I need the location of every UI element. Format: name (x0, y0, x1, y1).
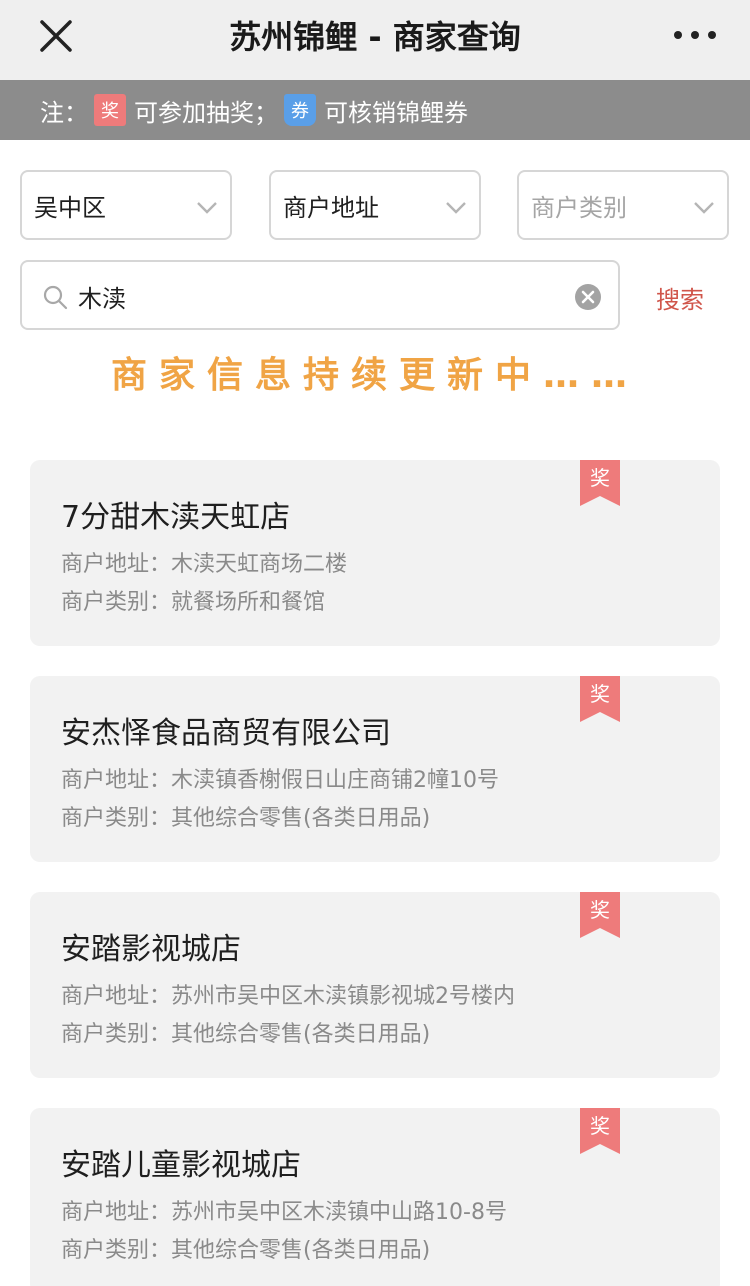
award-ribbon-label: 奖 (590, 682, 610, 706)
address-label: 商户地址： (61, 768, 172, 793)
category-label: 商户类别： (61, 1238, 172, 1263)
category-value: 就餐场所和餐馆 (171, 590, 326, 615)
coupon-tag-icon: 券 (284, 94, 316, 126)
address-type-select-value: 商户地址 (283, 193, 379, 222)
address-label: 商户地址： (61, 1200, 172, 1225)
district-select-value: 吴中区 (34, 193, 106, 222)
merchant-category: 商户类别：其他综合零售(各类日用品) (61, 1016, 430, 1048)
close-button[interactable] (36, 16, 76, 56)
merchant-card[interactable]: 安踏儿童影视城店 商户地址：苏州市吴中区木渎镇中山路10-8号 商户类别：其他综… (30, 1108, 720, 1286)
chevron-down-icon (446, 202, 466, 214)
address-value: 木渎天虹商场二楼 (171, 552, 348, 577)
page-title: 苏州锦鲤 - 商家查询 (229, 18, 521, 56)
address-value: 苏州市吴中区木渎镇中山路10-8号 (171, 1200, 507, 1225)
award-ribbon-label: 奖 (590, 1114, 610, 1138)
category-select-placeholder: 商户类别 (531, 193, 627, 222)
award-ribbon-icon: 奖 (580, 676, 620, 722)
category-label: 商户类别： (61, 806, 172, 831)
chevron-down-icon (197, 202, 217, 214)
district-select[interactable]: 吴中区 (20, 170, 232, 240)
merchant-category: 商户类别：就餐场所和餐馆 (61, 584, 325, 616)
address-type-select[interactable]: 商户地址 (269, 170, 481, 240)
category-label: 商户类别： (61, 1022, 172, 1047)
merchant-name: 安杰怿食品商贸有限公司 (61, 716, 391, 751)
address-label: 商户地址： (61, 984, 172, 1009)
filter-row: 吴中区 商户地址 商户类别 (0, 170, 750, 240)
merchant-card[interactable]: 安踏影视城店 商户地址：苏州市吴中区木渎镇影视城2号楼内 商户类别：其他综合零售… (30, 892, 720, 1078)
award-ribbon-icon: 奖 (580, 1108, 620, 1154)
category-value: 其他综合零售(各类日用品) (171, 1238, 431, 1263)
merchant-category: 商户类别：其他综合零售(各类日用品) (61, 800, 430, 832)
merchant-name: 安踏儿童影视城店 (61, 1148, 301, 1183)
merchant-card[interactable]: 安杰怿食品商贸有限公司 商户地址：木渎镇香榭假日山庄商铺2幢10号 商户类别：其… (30, 676, 720, 862)
award-ribbon-icon: 奖 (580, 892, 620, 938)
address-label: 商户地址： (61, 552, 172, 577)
search-button[interactable]: 搜索 (656, 280, 704, 315)
merchant-address: 商户地址：苏州市吴中区木渎镇影视城2号楼内 (61, 978, 515, 1010)
close-icon (40, 20, 72, 52)
merchant-name: 7分甜木渎天虹店 (61, 500, 291, 535)
address-value: 木渎镇香榭假日山庄商铺2幢10号 (171, 768, 500, 793)
clear-search-button[interactable] (574, 283, 602, 311)
search-box (20, 260, 620, 330)
category-value: 其他综合零售(各类日用品) (171, 806, 431, 831)
update-notice: 商家信息持续更新中…… (110, 355, 639, 396)
note-coupon-text: 可核销锦鲤券 (324, 98, 468, 127)
merchant-address: 商户地址：木渎镇香榭假日山庄商铺2幢10号 (61, 762, 499, 794)
more-icon (674, 31, 716, 39)
merchant-address: 商户地址：木渎天虹商场二楼 (61, 546, 347, 578)
note-award-text: 可参加抽奖； (134, 98, 278, 127)
award-ribbon-label: 奖 (590, 898, 610, 922)
chevron-down-icon (694, 202, 714, 214)
merchant-card[interactable]: 7分甜木渎天虹店 商户地址：木渎天虹商场二楼 商户类别：就餐场所和餐馆 奖 (30, 460, 720, 646)
note-prefix: 注： (40, 98, 88, 127)
clear-icon (575, 284, 601, 310)
category-label: 商户类别： (61, 590, 172, 615)
top-bar: 苏州锦鲤 - 商家查询 (0, 0, 750, 80)
merchant-address: 商户地址：苏州市吴中区木渎镇中山路10-8号 (61, 1194, 507, 1226)
award-tag-icon: 奖 (94, 94, 126, 126)
award-ribbon-label: 奖 (590, 466, 610, 490)
category-select[interactable]: 商户类别 (517, 170, 729, 240)
merchant-name: 安踏影视城店 (61, 932, 241, 967)
address-value: 苏州市吴中区木渎镇影视城2号楼内 (171, 984, 516, 1009)
more-button[interactable] (670, 20, 720, 50)
category-value: 其他综合零售(各类日用品) (171, 1022, 431, 1047)
award-ribbon-icon: 奖 (580, 460, 620, 506)
legend-note-bar: 注： 奖 可参加抽奖； 券 可核销锦鲤券 (0, 80, 750, 140)
merchant-category: 商户类别：其他综合零售(各类日用品) (61, 1232, 430, 1264)
search-input[interactable] (78, 270, 548, 322)
search-icon (43, 285, 68, 310)
